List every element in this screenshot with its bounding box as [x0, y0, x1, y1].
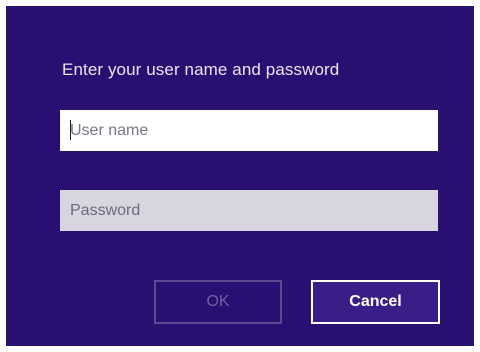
password-input[interactable] [60, 190, 438, 231]
cancel-button[interactable]: Cancel [311, 280, 440, 324]
ok-button-label: OK [206, 293, 230, 310]
cancel-button-label: Cancel [349, 293, 402, 310]
text-caret [70, 120, 71, 140]
dialog-prompt: Enter your user name and password [62, 60, 340, 79]
credentials-dialog: Enter your user name and password OK Can… [6, 6, 474, 346]
username-input[interactable] [60, 110, 438, 151]
ok-button[interactable]: OK [154, 280, 282, 324]
